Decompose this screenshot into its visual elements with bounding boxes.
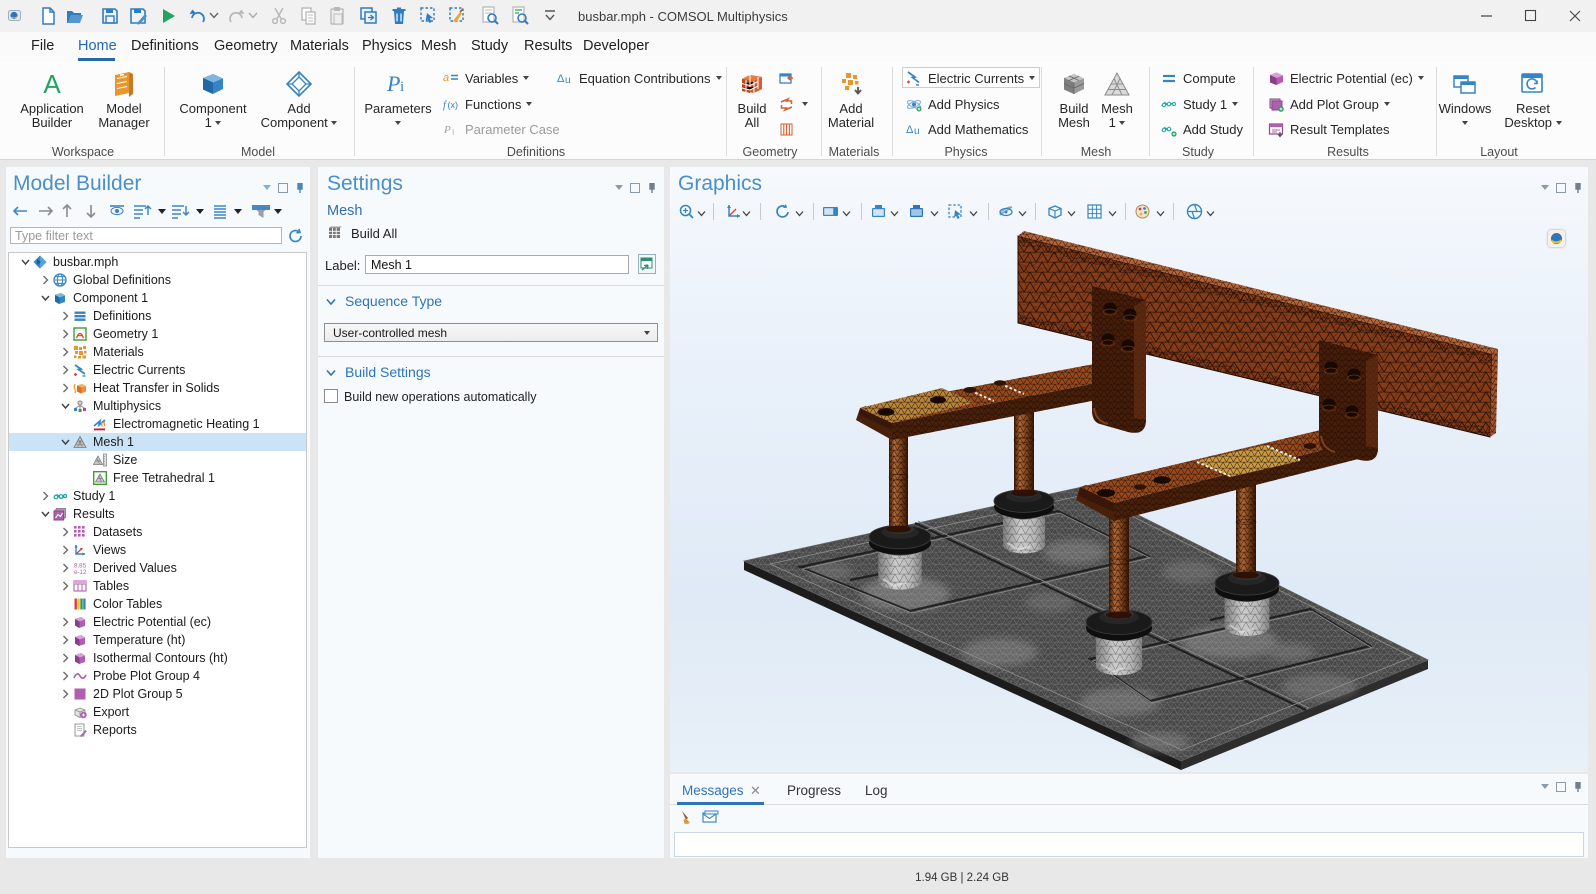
svg-text:P: P — [386, 71, 400, 96]
svg-text:e-12: e-12 — [74, 569, 87, 575]
svg-text:(x): (x) — [448, 100, 459, 110]
svg-text:a: a — [443, 72, 449, 84]
svg-text:i: i — [452, 127, 455, 136]
svg-text:A: A — [43, 70, 61, 98]
svg-text:Δ: Δ — [906, 124, 914, 136]
svg-text:u: u — [914, 126, 920, 137]
svg-text:i: i — [400, 79, 404, 95]
svg-text:Δ: Δ — [557, 73, 565, 85]
svg-text:u: u — [565, 75, 571, 86]
svg-text:P: P — [443, 124, 451, 136]
